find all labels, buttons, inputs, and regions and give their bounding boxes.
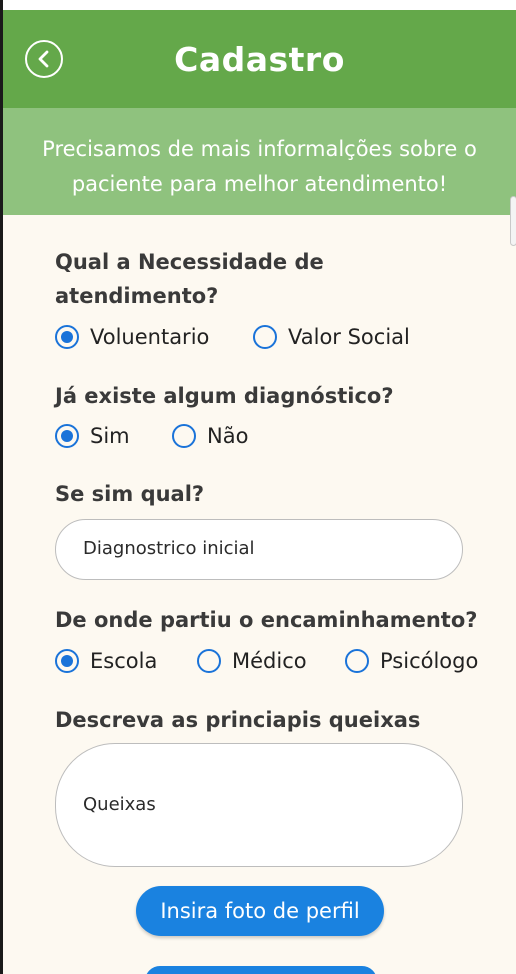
info-banner: Precisamos de mais informalções sobre o … [3,108,516,215]
radio-label: Psicólogo [380,649,479,673]
radio-psicologo[interactable]: Psicólogo [345,646,478,676]
radio-group-diagnosis: Sim Não [55,421,355,451]
radio-label: Médico [232,649,307,673]
radio-unselected-icon [345,649,369,673]
radio-label: Valor Social [288,325,410,349]
next-button[interactable] [145,966,377,974]
insert-profile-photo-button[interactable]: Insira foto de perfil [136,886,384,936]
radio-group-referral: Escola Médico Psicólogo [55,646,495,676]
radio-sim[interactable]: Sim [55,421,130,451]
radio-unselected-icon [253,325,277,349]
radio-selected-icon [55,649,79,673]
radio-escola[interactable]: Escola [55,646,157,676]
radio-voluentario[interactable]: Voluentario [55,322,209,352]
radio-label: Não [207,424,249,448]
app-header: Cadastro [3,10,516,108]
question-referral-label: De onde partiu o encaminhamento? [55,608,478,632]
radio-label: Voluentario [90,325,210,349]
radio-label: Escola [90,649,158,673]
radio-nao[interactable]: Não [172,421,248,451]
question-need-label: Qual a Necessidade de atendimento? [55,250,324,308]
question-complaints-label: Descreva as princiapis queixas [55,708,421,732]
complaints-textarea[interactable]: Queixas [55,743,463,867]
diagnosis-input[interactable]: Diagnostrico inicial [55,519,463,580]
status-bar [3,0,516,10]
app-screen: Cadastro Precisamos de mais informalções… [3,0,516,974]
radio-unselected-icon [197,649,221,673]
info-banner-text: Precisamos de mais informalções sobre o … [42,137,477,196]
question-diagnosis-label: Já existe algum diagnóstico? [55,384,394,408]
radio-unselected-icon [172,424,196,448]
question-which-label: Se sim qual? [55,482,205,506]
radio-group-need: Voluentario Valor Social [55,322,455,352]
radio-selected-icon [55,424,79,448]
diagnosis-input-value: Diagnostrico inicial [83,538,255,559]
scroll-indicator[interactable] [510,196,516,246]
complaints-textarea-value: Queixas [83,794,156,815]
radio-medico[interactable]: Médico [197,646,307,676]
radio-selected-icon [55,325,79,349]
page-title: Cadastro [174,40,345,79]
radio-label: Sim [90,424,130,448]
radio-valor-social[interactable]: Valor Social [253,322,410,352]
